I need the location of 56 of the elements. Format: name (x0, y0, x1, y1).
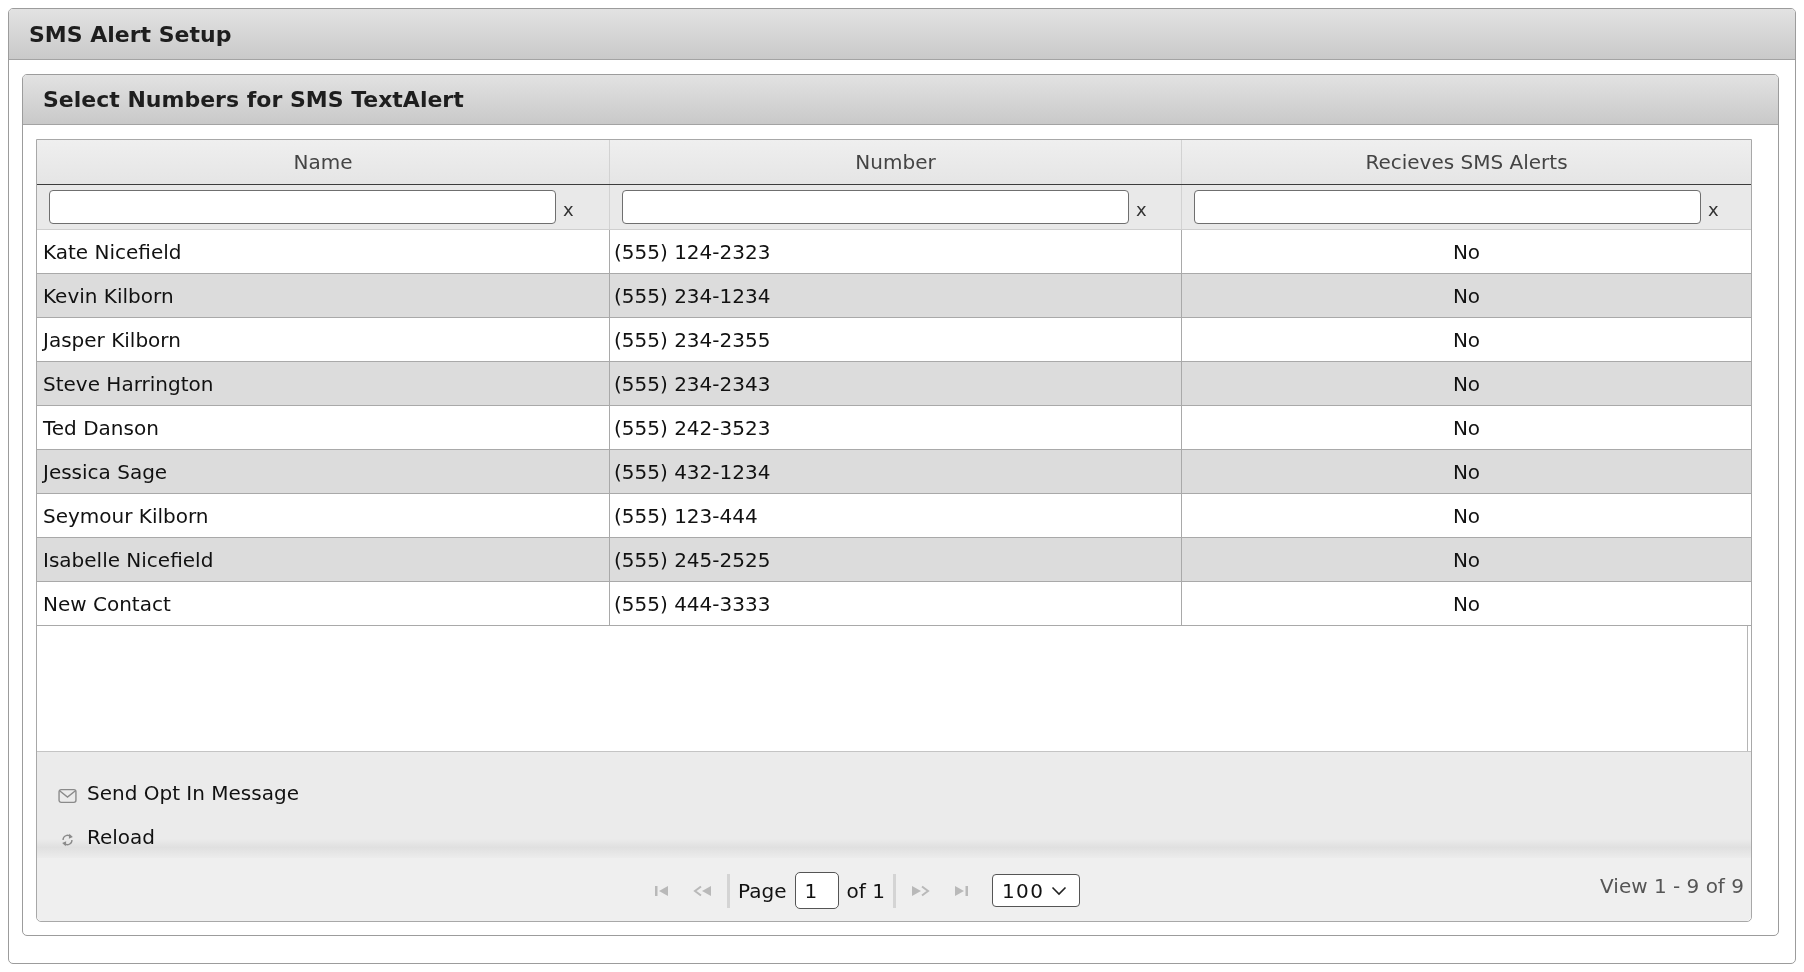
panel-title: Select Numbers for SMS TextAlert (43, 87, 464, 112)
table-row[interactable]: Kate Nicefield (555) 124-2323 No (37, 230, 1751, 274)
page-label: Page (738, 878, 787, 903)
filter-field[interactable] (622, 190, 1129, 224)
clear-filter-button[interactable]: x (563, 198, 574, 220)
column-header[interactable]: Number (610, 140, 1182, 184)
table-row[interactable]: Ted Danson (555) 242-3523 No (37, 406, 1751, 450)
table-cell: (555) 242-3523 (610, 406, 1182, 449)
table-row[interactable]: Steve Harrington (555) 234-2343 No (37, 362, 1751, 406)
toolbar-button[interactable]: Send Opt In Message (58, 779, 299, 807)
table-cell-text: No (1451, 458, 1482, 486)
window-title: SMS Alert Setup (29, 21, 232, 47)
table-cell: Isabelle Nicefield (37, 538, 610, 581)
table-cell: Steve Harrington (37, 362, 610, 405)
chevron-down-icon (1050, 885, 1067, 896)
page-count-label: of 1 (846, 878, 885, 903)
table-cell: (555) 234-2355 (610, 318, 1182, 361)
table-cell: (555) 123-444 (610, 494, 1182, 537)
column-header[interactable]: Name (37, 140, 610, 184)
clear-filter-button[interactable]: x (1708, 198, 1719, 220)
table-cell: (555) 444-3333 (610, 582, 1182, 625)
table-cell: (555) 234-1234 (610, 274, 1182, 317)
table-cell-text: No (1451, 282, 1482, 310)
table-cell: (555) 432-1234 (610, 450, 1182, 493)
table-row[interactable]: Isabelle Nicefield (555) 245-2525 No (37, 538, 1751, 582)
table-row[interactable]: New Contact (555) 444-3333 No (37, 582, 1751, 626)
table-cell: Kate Nicefield (37, 230, 610, 273)
page-number-field[interactable]: 1 (794, 872, 839, 909)
filter-field[interactable] (49, 190, 556, 224)
table-cell: Jasper Kilborn (37, 318, 610, 361)
toolbar-button[interactable]: Reload (58, 823, 156, 851)
table-cell: Jessica Sage (37, 450, 610, 493)
table-cell-text: No (1451, 590, 1482, 618)
page-size-select[interactable]: 100 (991, 874, 1080, 907)
filter-field[interactable] (1194, 190, 1701, 224)
table-cell-text: No (1451, 238, 1482, 266)
table-row[interactable]: Jessica Sage (555) 432-1234 No (37, 450, 1751, 494)
table-cell: Seymour Kilborn (37, 494, 610, 537)
table-cell: (555) 245-2525 (610, 538, 1182, 581)
clear-filter-button[interactable]: x (1136, 198, 1147, 220)
envelope-icon (58, 787, 77, 804)
column-header[interactable]: Recieves SMS Alerts (1182, 140, 1751, 184)
table-cell-text: No (1451, 326, 1482, 354)
table-cell: New Contact (37, 582, 610, 625)
table-cell-text: No (1451, 502, 1482, 530)
table-row[interactable]: Jasper Kilborn (555) 234-2355 No (37, 318, 1751, 362)
table-cell: (555) 124-2323 (610, 230, 1182, 273)
table-cell-text: No (1451, 546, 1482, 574)
table-row[interactable]: Kevin Kilborn (555) 234-1234 No (37, 274, 1751, 318)
table-cell: Kevin Kilborn (37, 274, 610, 317)
table-cell-text: No (1451, 414, 1482, 442)
table-cell-text: No (1451, 370, 1482, 398)
table-cell: Ted Danson (37, 406, 610, 449)
record-count-text: View 1 - 9 of 9 (1600, 873, 1744, 898)
table-row[interactable]: Seymour Kilborn (555) 123-444 No (37, 494, 1751, 538)
table-cell: (555) 234-2343 (610, 362, 1182, 405)
